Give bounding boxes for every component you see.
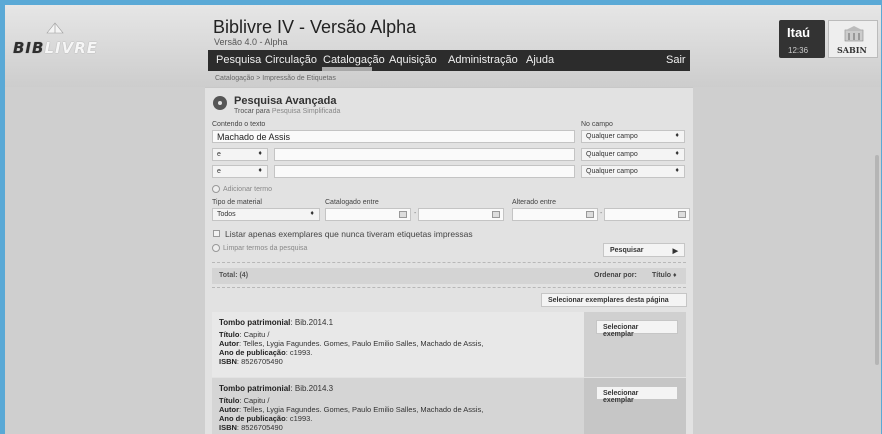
material-type-select[interactable]: Todos ♦ [212, 208, 320, 221]
author-value: Telles, Lygia Fagundes. Gomes, Paulo Emi… [243, 339, 484, 348]
breadcrumb: Catalogação > Impressão de Etiquetas [215, 75, 336, 82]
header: BIBLIVRE Biblivre IV - Versão Alpha Vers… [5, 5, 881, 87]
menu-aquisicao[interactable]: Aquisição [389, 54, 437, 66]
updown-caret-icon: ♦ [258, 150, 262, 157]
never-printed-checkbox[interactable] [213, 230, 220, 237]
select-page-button[interactable]: Selecionar exemplares desta página [541, 293, 687, 307]
menu-administracao[interactable]: Administração [448, 54, 518, 66]
cataloged-from-date[interactable] [325, 208, 411, 221]
menu-circulacao[interactable]: Circulação [265, 54, 317, 66]
calendar-icon [586, 211, 594, 218]
year-value: c1993. [289, 414, 313, 423]
order-by-select[interactable]: Título ♦ [652, 272, 677, 279]
author-value: Telles, Lygia Fagundes. Gomes, Paulo Emi… [243, 405, 484, 414]
never-printed-label: Listar apenas exemplares que nunca tiver… [225, 229, 473, 239]
operator-select-2[interactable]: e ♦ [212, 148, 268, 161]
search-term-input-3[interactable] [274, 165, 575, 178]
select-item-button[interactable]: Selecionar exemplar [596, 320, 678, 338]
clock: 12:36 [788, 46, 809, 55]
search-term-input-1[interactable]: Machado de Assis [212, 130, 575, 143]
search-term-input-2[interactable] [274, 148, 575, 161]
isbn-value: 8526705490 [241, 423, 283, 432]
app-window: BIBLIVRE Biblivre IV - Versão Alpha Vers… [5, 5, 881, 434]
sponsor-sabin: SABIN [828, 20, 878, 58]
calendar-icon [678, 211, 686, 218]
updown-caret-icon: ♦ [675, 150, 679, 157]
results-total: Total: (4) [219, 272, 249, 279]
menu-active-indicator [322, 67, 372, 71]
material-type-label: Tipo de material [212, 199, 262, 206]
menu-ajuda[interactable]: Ajuda [526, 54, 554, 66]
field-select-1[interactable]: Qualquer campo ♦ [581, 130, 685, 143]
add-term-link[interactable]: Adicionar termo [223, 186, 272, 193]
scrollbar-thumb[interactable] [875, 155, 879, 365]
updown-caret-icon: ♦ [258, 167, 262, 174]
location-pin-icon [213, 96, 227, 110]
changed-from-date[interactable] [512, 208, 598, 221]
changed-to-date[interactable] [604, 208, 690, 221]
add-term-icon[interactable] [212, 185, 220, 193]
result-item: Selecionar exemplar Tombo patrimonial: B… [212, 312, 686, 377]
clear-terms-link[interactable]: Limpar termos da pesquisa [223, 245, 307, 252]
biblivre-logo: BIBLIVRE [13, 19, 123, 57]
search-button[interactable]: Pesquisar ▶ [603, 243, 685, 257]
cataloged-between-label: Catalogado entre [325, 199, 379, 206]
advanced-search-title: Pesquisa Avançada [234, 95, 337, 107]
tombo-value: Bib.2014.1 [294, 318, 334, 327]
building-icon [844, 26, 864, 42]
cataloged-to-date[interactable] [418, 208, 504, 221]
app-version: Versão 4.0 - Alpha [214, 37, 288, 47]
updown-caret-icon: ♦ [310, 210, 314, 217]
app-title: Biblivre IV - Versão Alpha [213, 17, 417, 37]
switch-simple-search-link[interactable]: Pesquisa Simplificada [272, 108, 340, 115]
title-value: Capitu / [243, 396, 270, 405]
divider [212, 287, 686, 288]
menu-pesquisa[interactable]: Pesquisa [216, 54, 261, 66]
calendar-icon [399, 211, 407, 218]
results-bar: Total: (4) Ordenar por: Título ♦ [212, 268, 686, 284]
in-field-label: No campo [581, 121, 613, 128]
main-content: Pesquisa Avançada Trocar para Pesquisa S… [205, 87, 693, 434]
main-menu: Pesquisa Circulação Catalogação Aquisiçã… [208, 50, 690, 71]
updown-caret-icon: ♦ [675, 132, 679, 139]
logout-link[interactable]: Sair [666, 54, 686, 66]
field-select-2[interactable]: Qualquer campo ♦ [581, 148, 685, 161]
updown-caret-icon: ♦ [675, 167, 679, 174]
book-icon [46, 22, 64, 34]
divider [212, 262, 686, 263]
tombo-value: Bib.2014.3 [294, 384, 334, 393]
clear-terms-icon[interactable] [212, 244, 220, 252]
result-item: Selecionar exemplar Tombo patrimonial: B… [212, 378, 686, 434]
field-select-3[interactable]: Qualquer campo ♦ [581, 165, 685, 178]
operator-select-3[interactable]: e ♦ [212, 165, 268, 178]
order-by-label: Ordenar por: [594, 272, 637, 279]
play-arrow-icon: ▶ [672, 248, 678, 255]
contains-text-label: Contendo o texto [212, 121, 266, 128]
isbn-value: 8526705490 [241, 357, 283, 366]
year-value: c1993. [289, 348, 313, 357]
sponsor-itau: Itaú 12:36 [779, 20, 825, 58]
changed-between-label: Alterado entre [512, 199, 556, 206]
title-value: Capitu / [243, 330, 270, 339]
select-item-button[interactable]: Selecionar exemplar [596, 386, 678, 404]
menu-catalogacao[interactable]: Catalogação [323, 54, 385, 66]
calendar-icon [492, 211, 500, 218]
